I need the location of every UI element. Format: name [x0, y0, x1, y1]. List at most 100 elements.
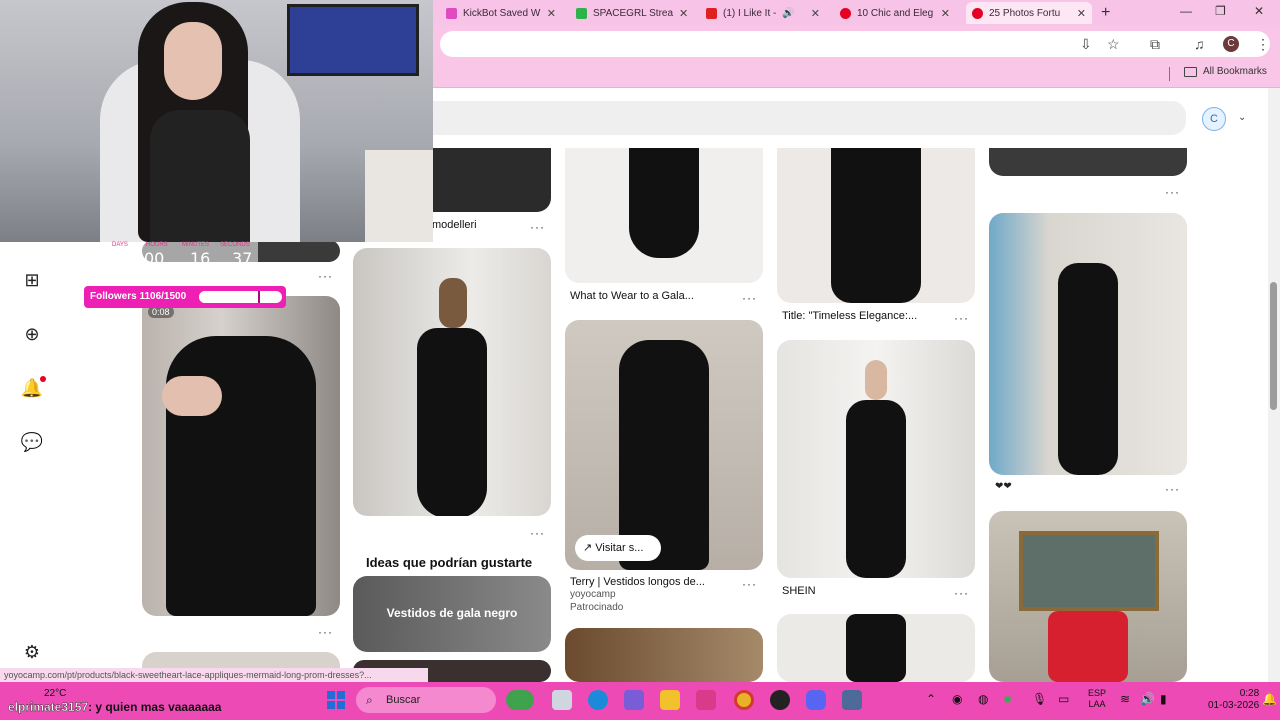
- tray-app-icon[interactable]: ◉: [952, 692, 962, 706]
- more-options-icon[interactable]: ···: [1165, 482, 1180, 496]
- pin-image[interactable]: [565, 148, 763, 283]
- store-icon[interactable]: [696, 690, 716, 710]
- pin-image-sponsored[interactable]: ↗ Visitar s...: [565, 320, 763, 570]
- clock-date: 01-03-2026: [1208, 700, 1260, 711]
- obs-icon[interactable]: [770, 690, 790, 710]
- chat-message: elprimate3157: y quien mas vaaaaaaa: [8, 700, 222, 714]
- file-explorer-icon[interactable]: [660, 690, 680, 710]
- new-tab-button[interactable]: +: [1101, 4, 1110, 22]
- close-tab-icon[interactable]: ✕: [941, 7, 950, 20]
- ideas-card-label: Vestidos de gala negro: [386, 606, 518, 620]
- pin-caption: modelleri: [432, 219, 477, 231]
- streamer-body: [150, 110, 250, 242]
- copilot-icon[interactable]: [624, 690, 644, 710]
- extensions-icon[interactable]: ⧉: [1150, 36, 1160, 53]
- volume-icon[interactable]: 🔊: [1140, 692, 1155, 706]
- tab-spacegrl[interactable]: SPACEGRL Strea ✕: [570, 2, 692, 24]
- discord-icon[interactable]: [806, 690, 826, 710]
- pin-caption: What to Wear to a Gala...: [570, 290, 694, 302]
- close-window-icon[interactable]: ✕: [1254, 4, 1264, 18]
- tray-display-icon[interactable]: ▭: [1058, 692, 1069, 706]
- settings-gear-icon[interactable]: ⚙: [20, 640, 44, 664]
- menu-kebab-icon[interactable]: ⋮: [1256, 36, 1270, 53]
- taskbar-search-input[interactable]: ⌕ Buscar: [356, 687, 496, 713]
- settings-app-icon[interactable]: [842, 690, 862, 710]
- pin-image[interactable]: [565, 628, 763, 682]
- messages-icon[interactable]: 💬: [20, 430, 44, 454]
- wifi-icon[interactable]: ≋: [1120, 692, 1130, 706]
- tab-label: 10 Chic and Eleg: [857, 7, 934, 19]
- close-tab-icon[interactable]: ✕: [1077, 7, 1086, 20]
- more-options-icon[interactable]: ···: [742, 577, 757, 591]
- restore-icon[interactable]: ❐: [1215, 4, 1226, 18]
- taskbar-widget-icon[interactable]: [506, 690, 534, 710]
- create-pin-icon[interactable]: ⊕: [20, 322, 44, 346]
- close-tab-icon[interactable]: ✕: [547, 7, 556, 20]
- pin-image[interactable]: [989, 213, 1187, 475]
- media-control-icon[interactable]: ♫: [1194, 36, 1205, 52]
- pin-image[interactable]: [420, 148, 551, 212]
- pin-image[interactable]: [777, 614, 975, 682]
- tray-chevron-up-icon[interactable]: ⌃: [926, 692, 936, 706]
- more-options-icon[interactable]: ···: [954, 586, 969, 600]
- minimize-icon[interactable]: —: [1180, 4, 1192, 18]
- visit-site-button[interactable]: ↗ Visitar s...: [575, 535, 661, 561]
- more-options-icon[interactable]: ···: [530, 526, 545, 540]
- speaker-icon[interactable]: 🔊: [782, 8, 794, 19]
- sponsored-label: Patrocinado: [570, 602, 624, 613]
- windows-start-icon[interactable]: [326, 690, 346, 710]
- tray-nvidia-icon[interactable]: ■: [1004, 692, 1011, 706]
- ideas-card[interactable]: Vestidos de gala negro: [353, 576, 551, 652]
- kick-favicon-icon: [576, 7, 587, 19]
- chevron-down-icon[interactable]: ⌄: [1238, 112, 1246, 123]
- countdown-widget: DAYS HOURS MINUTES SECONDS 0 00 16 37: [108, 242, 258, 270]
- system-clock[interactable]: 0:28 01-03-2026: [1208, 688, 1259, 712]
- address-bar[interactable]: [440, 31, 1270, 57]
- hair-shape: [439, 278, 467, 328]
- pin-image[interactable]: [777, 340, 975, 578]
- face-shape: [865, 360, 887, 400]
- more-options-icon[interactable]: ···: [742, 291, 757, 305]
- all-bookmarks-button[interactable]: All Bookmarks: [1184, 66, 1267, 77]
- close-tab-icon[interactable]: ✕: [811, 7, 820, 20]
- chrome-icon[interactable]: [734, 690, 754, 710]
- more-options-icon[interactable]: ···: [954, 311, 969, 325]
- tray-discord-icon[interactable]: ◍: [978, 692, 988, 706]
- notifications-bell-icon[interactable]: 🔔: [1262, 692, 1277, 706]
- close-tab-icon[interactable]: ✕: [679, 7, 688, 20]
- edge-browser-icon[interactable]: [588, 690, 608, 710]
- pin-image[interactable]: [989, 511, 1187, 682]
- pin-video[interactable]: 0:08: [142, 296, 340, 616]
- weather-widget[interactable]: 22°C: [44, 688, 66, 699]
- pin-source[interactable]: yoyocamp: [570, 589, 616, 600]
- pin-caption: Title: "Timeless Elegance:...: [782, 310, 918, 322]
- pin-image[interactable]: [353, 248, 551, 516]
- more-options-icon[interactable]: ···: [1165, 185, 1180, 199]
- profile-avatar[interactable]: C: [1223, 36, 1239, 52]
- countdown-hours: 00: [144, 249, 165, 268]
- bookmarks-divider: [1169, 67, 1170, 81]
- language-code: ESP: [1088, 688, 1107, 698]
- install-app-icon[interactable]: ⇩: [1080, 36, 1092, 53]
- pin-image[interactable]: [777, 148, 975, 303]
- scrollbar-thumb[interactable]: [1270, 282, 1277, 410]
- more-options-icon[interactable]: ···: [530, 220, 545, 234]
- countdown-label: DAYS: [112, 242, 128, 248]
- task-view-icon[interactable]: [552, 690, 572, 710]
- pinterest-favicon-icon: [840, 7, 851, 19]
- microphone-icon[interactable]: 🎙: [1032, 692, 1047, 706]
- more-options-icon[interactable]: ···: [318, 625, 333, 639]
- more-options-icon[interactable]: ···: [318, 269, 333, 283]
- pinterest-search-input[interactable]: [420, 101, 1186, 135]
- battery-icon[interactable]: ▮: [1160, 692, 1167, 706]
- bookmark-star-icon[interactable]: ☆: [1107, 36, 1120, 53]
- tab-youtube[interactable]: (1) I Like It - 🔊 ✕: [700, 2, 826, 24]
- input-language[interactable]: ESP LAA: [1088, 688, 1106, 710]
- tab-kickbot[interactable]: KickBot Saved W ✕: [440, 2, 562, 24]
- home-feed-icon[interactable]: ⊞: [20, 268, 44, 292]
- tab-pinterest-chic[interactable]: 10 Chic and Eleg ✕: [834, 2, 956, 24]
- account-avatar[interactable]: C: [1202, 107, 1226, 131]
- followers-progress-track: [199, 291, 282, 303]
- pin-image[interactable]: [989, 148, 1187, 176]
- tab-pinterest-active[interactable]: 25 Photos Fortu ✕: [966, 2, 1092, 24]
